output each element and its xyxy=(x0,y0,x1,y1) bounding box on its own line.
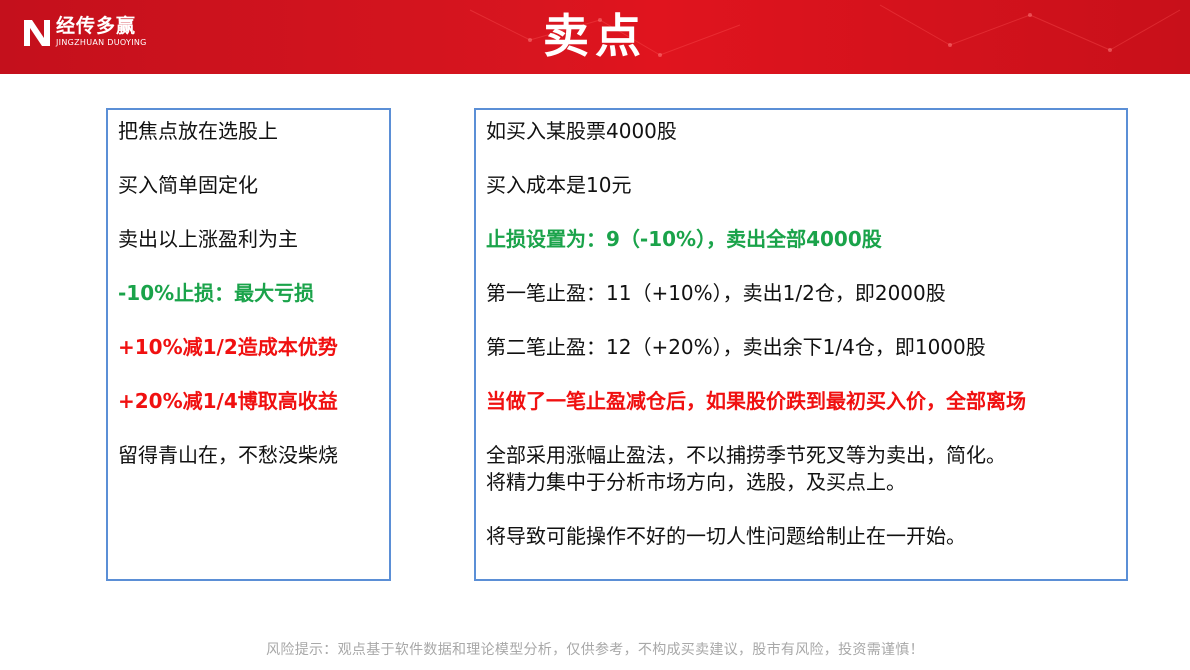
page-title: 卖点 xyxy=(543,9,647,63)
stop-loss-example-line: 止损设置为：9（-10%），卖出全部4000股 xyxy=(486,227,882,251)
example-line: 如买入某股票4000股 xyxy=(486,119,677,143)
header-banner: 经传多赢 JINGZHUAN DUOYING 卖点 xyxy=(0,0,1190,74)
stop-loss-line: -10%止损：最大亏损 xyxy=(118,281,315,305)
summary-line: 买入简单固定化 xyxy=(118,173,258,197)
take-profit-line-2: +20%减1/4博取高收益 xyxy=(118,389,338,413)
summary-line: 把焦点放在选股上 xyxy=(118,119,278,143)
strategy-summary-panel: 把焦点放在选股上 买入简单固定化 卖出以上涨盈利为主 -10%止损：最大亏损 +… xyxy=(106,108,391,581)
example-line: 将精力集中于分析市场方向，选股，及买点上。 xyxy=(486,470,906,494)
example-line: 将导致可能操作不好的一切人性问题给制止在一开始。 xyxy=(486,524,966,548)
example-line: 第一笔止盈：11（+10%），卖出1/2仓，即2000股 xyxy=(486,281,946,305)
summary-line: 留得青山在，不愁没柴烧 xyxy=(118,443,338,467)
take-profit-line-1: +10%减1/2造成本优势 xyxy=(118,335,338,359)
example-line: 买入成本是10元 xyxy=(486,173,632,197)
exit-rule-line: 当做了一笔止盈减仓后，如果股价跌到最初买入价，全部离场 xyxy=(486,389,1026,413)
example-line: 第二笔止盈：12（+20%），卖出余下1/4仓，即1000股 xyxy=(486,335,986,359)
risk-disclaimer: 风险提示：观点基于软件数据和理论模型分析，仅供参考，不构成买卖建议，股市有风险，… xyxy=(266,642,924,658)
example-line: 全部采用涨幅止盈法，不以捕捞季节死叉等为卖出，简化。 xyxy=(486,443,1006,467)
example-panel: 如买入某股票4000股 买入成本是10元 止损设置为：9（-10%），卖出全部4… xyxy=(474,108,1128,581)
summary-line: 卖出以上涨盈利为主 xyxy=(118,227,298,251)
